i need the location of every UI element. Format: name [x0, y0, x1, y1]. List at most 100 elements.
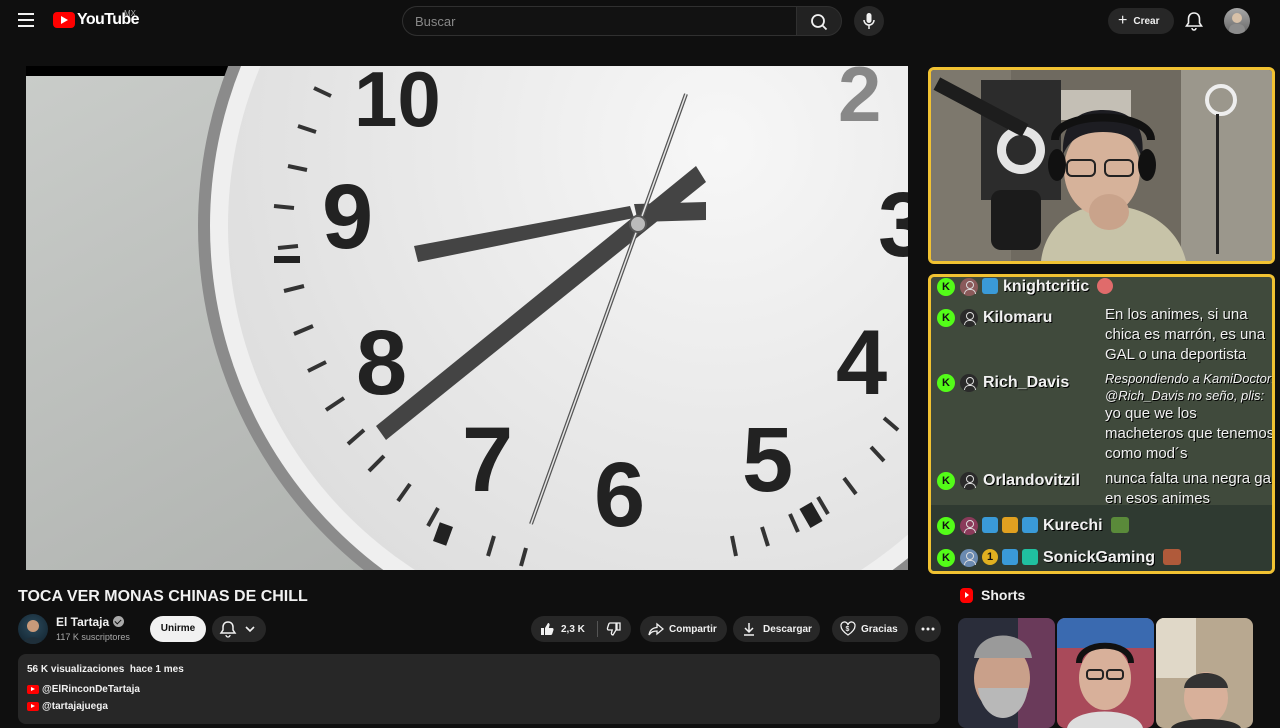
- chat-username: Rich_Davis: [983, 374, 1070, 391]
- heart-dollar-icon: $: [840, 621, 856, 636]
- channel-avatar[interactable]: [18, 614, 48, 644]
- like-count: 2,3 K: [561, 623, 585, 635]
- microphone-icon: [863, 13, 875, 29]
- bell-chevron-icon: [219, 621, 255, 638]
- description-box[interactable]: 56 K visualizaciones hace 1 mes @ElRinco…: [18, 654, 940, 724]
- chat-message-text: En los animes, si una chica es marrón, e…: [1105, 306, 1266, 363]
- search-input[interactable]: [403, 7, 797, 35]
- chat-message-text: nunca falta una negra gal en esos animes: [1105, 470, 1275, 507]
- user-icon: [960, 309, 978, 327]
- download-button[interactable]: Descargar: [733, 616, 820, 642]
- user-avatar: [960, 517, 978, 535]
- share-icon: [648, 622, 664, 636]
- tools-badge-icon: [982, 517, 998, 533]
- short-thumbnail[interactable]: [958, 618, 1055, 728]
- short-thumbnail[interactable]: [1057, 618, 1154, 728]
- clock-number-7: 7: [462, 409, 513, 511]
- chat-username: SonickGaming: [1043, 549, 1156, 566]
- kick-icon: K: [937, 549, 955, 567]
- search-icon: [811, 14, 828, 31]
- clock-number-5: 5: [742, 409, 793, 511]
- crown-badge-icon: [1002, 517, 1018, 533]
- subscription-bell-button[interactable]: [212, 616, 266, 642]
- join-button[interactable]: Unirme: [150, 616, 206, 642]
- youtube-play-icon: [53, 12, 75, 28]
- channel-link-text: @tartajajuega: [42, 701, 108, 712]
- chat-message: K 1 SonickGaming: [937, 549, 1266, 567]
- avatar-image: [1229, 13, 1245, 34]
- chat-reply-text: Respondiendo a KamiDoctor: @Rich_Davis n…: [1105, 371, 1275, 403]
- plus-icon: +: [1118, 12, 1128, 29]
- clock-number-9: 9: [322, 166, 373, 268]
- dislike-button[interactable]: [598, 616, 622, 642]
- channel-name[interactable]: El Tartaja: [56, 615, 125, 629]
- create-button[interactable]: + Crear: [1108, 8, 1174, 34]
- more-icon: [921, 627, 935, 631]
- kick-icon: K: [937, 517, 955, 535]
- clock-number-2: 2: [838, 66, 881, 138]
- chat-username: knightcritic: [1003, 278, 1090, 295]
- shorts-icon: [960, 587, 973, 603]
- chat-message-text: yo que we los macheteros que tenemos com…: [1105, 405, 1275, 462]
- share-label: Compartir: [669, 623, 717, 635]
- emote-icon: [1110, 517, 1129, 533]
- youtube-mini-icon: [27, 702, 39, 711]
- like-dislike-group: 2,3 K: [531, 616, 631, 642]
- top-bar: YouTube MX + Crear: [0, 0, 1280, 42]
- view-count: 56 K visualizaciones: [27, 664, 125, 675]
- emote-icon: [1097, 278, 1114, 294]
- video-frame-clock: 10 9 8 7 6 5 4 3 2: [26, 66, 908, 570]
- short-thumbnail-image: [1156, 618, 1253, 728]
- shorts-header: Shorts: [960, 587, 1025, 603]
- menu-icon[interactable]: [18, 13, 34, 27]
- user-icon: [960, 374, 978, 392]
- like-button[interactable]: 2,3 K: [531, 616, 585, 642]
- youtube-mini-icon: [27, 685, 39, 694]
- user-icon: [960, 472, 978, 490]
- short-thumbnail[interactable]: [1156, 618, 1253, 728]
- create-label: Crear: [1133, 15, 1160, 27]
- search-button[interactable]: [796, 6, 842, 36]
- channel-link[interactable]: @tartajajuega: [27, 701, 108, 712]
- shorts-title: Shorts: [981, 587, 1026, 603]
- share-button[interactable]: Compartir: [640, 616, 727, 642]
- kick-icon: K: [937, 278, 955, 296]
- clock-number-8: 8: [356, 312, 407, 414]
- more-actions-button[interactable]: [915, 616, 941, 642]
- country-code: MX: [124, 9, 136, 18]
- channel-name-text: El Tartaja: [56, 615, 110, 629]
- subscriber-badge-icon: [1022, 517, 1038, 533]
- subscriber-count: 117 K suscriptores: [56, 632, 130, 642]
- thumbs-up-icon: [541, 623, 554, 635]
- upload-date: hace 1 mes: [129, 664, 184, 675]
- notifications-button[interactable]: [1184, 10, 1204, 32]
- download-icon: [744, 623, 754, 636]
- video-title: TOCA VER MONAS CHINAS DE CHILL: [18, 588, 308, 605]
- thanks-button[interactable]: $ Gracias: [832, 616, 908, 642]
- webcam-image: [931, 70, 1272, 261]
- kick-icon: K: [937, 309, 955, 327]
- account-avatar[interactable]: [1224, 8, 1250, 34]
- stream-chat-overlay: K knightcritic K Kilomaru En los animes,…: [928, 274, 1275, 574]
- channel-link-text: @ElRinconDeTartaja: [42, 684, 140, 695]
- search-box: [402, 6, 797, 36]
- video-player[interactable]: 10 9 8 7 6 5 4 3 2: [26, 66, 908, 570]
- chat-username: Kilomaru: [983, 309, 1053, 326]
- bell-icon: [1185, 12, 1203, 31]
- user-avatar: [960, 549, 978, 567]
- clock-number-6: 6: [594, 444, 645, 546]
- kick-icon: K: [937, 374, 955, 392]
- emote-icon: [1163, 549, 1182, 565]
- subscriber-badge-icon: [982, 278, 998, 294]
- verified-icon: [113, 616, 125, 627]
- short-thumbnail-image: [1057, 618, 1154, 728]
- chat-username: Kurechi: [1043, 517, 1103, 534]
- channel-link[interactable]: @ElRinconDeTartaja: [27, 684, 140, 695]
- chat-message: K knightcritic: [937, 278, 1266, 296]
- user-avatar: [960, 278, 978, 296]
- gift-count-badge: 1: [982, 549, 998, 565]
- channel-avatar-image: [23, 620, 43, 644]
- voice-search-button[interactable]: [854, 6, 884, 36]
- clock-number-3: 3: [878, 174, 908, 276]
- subscriber-badge-icon: [1002, 549, 1018, 565]
